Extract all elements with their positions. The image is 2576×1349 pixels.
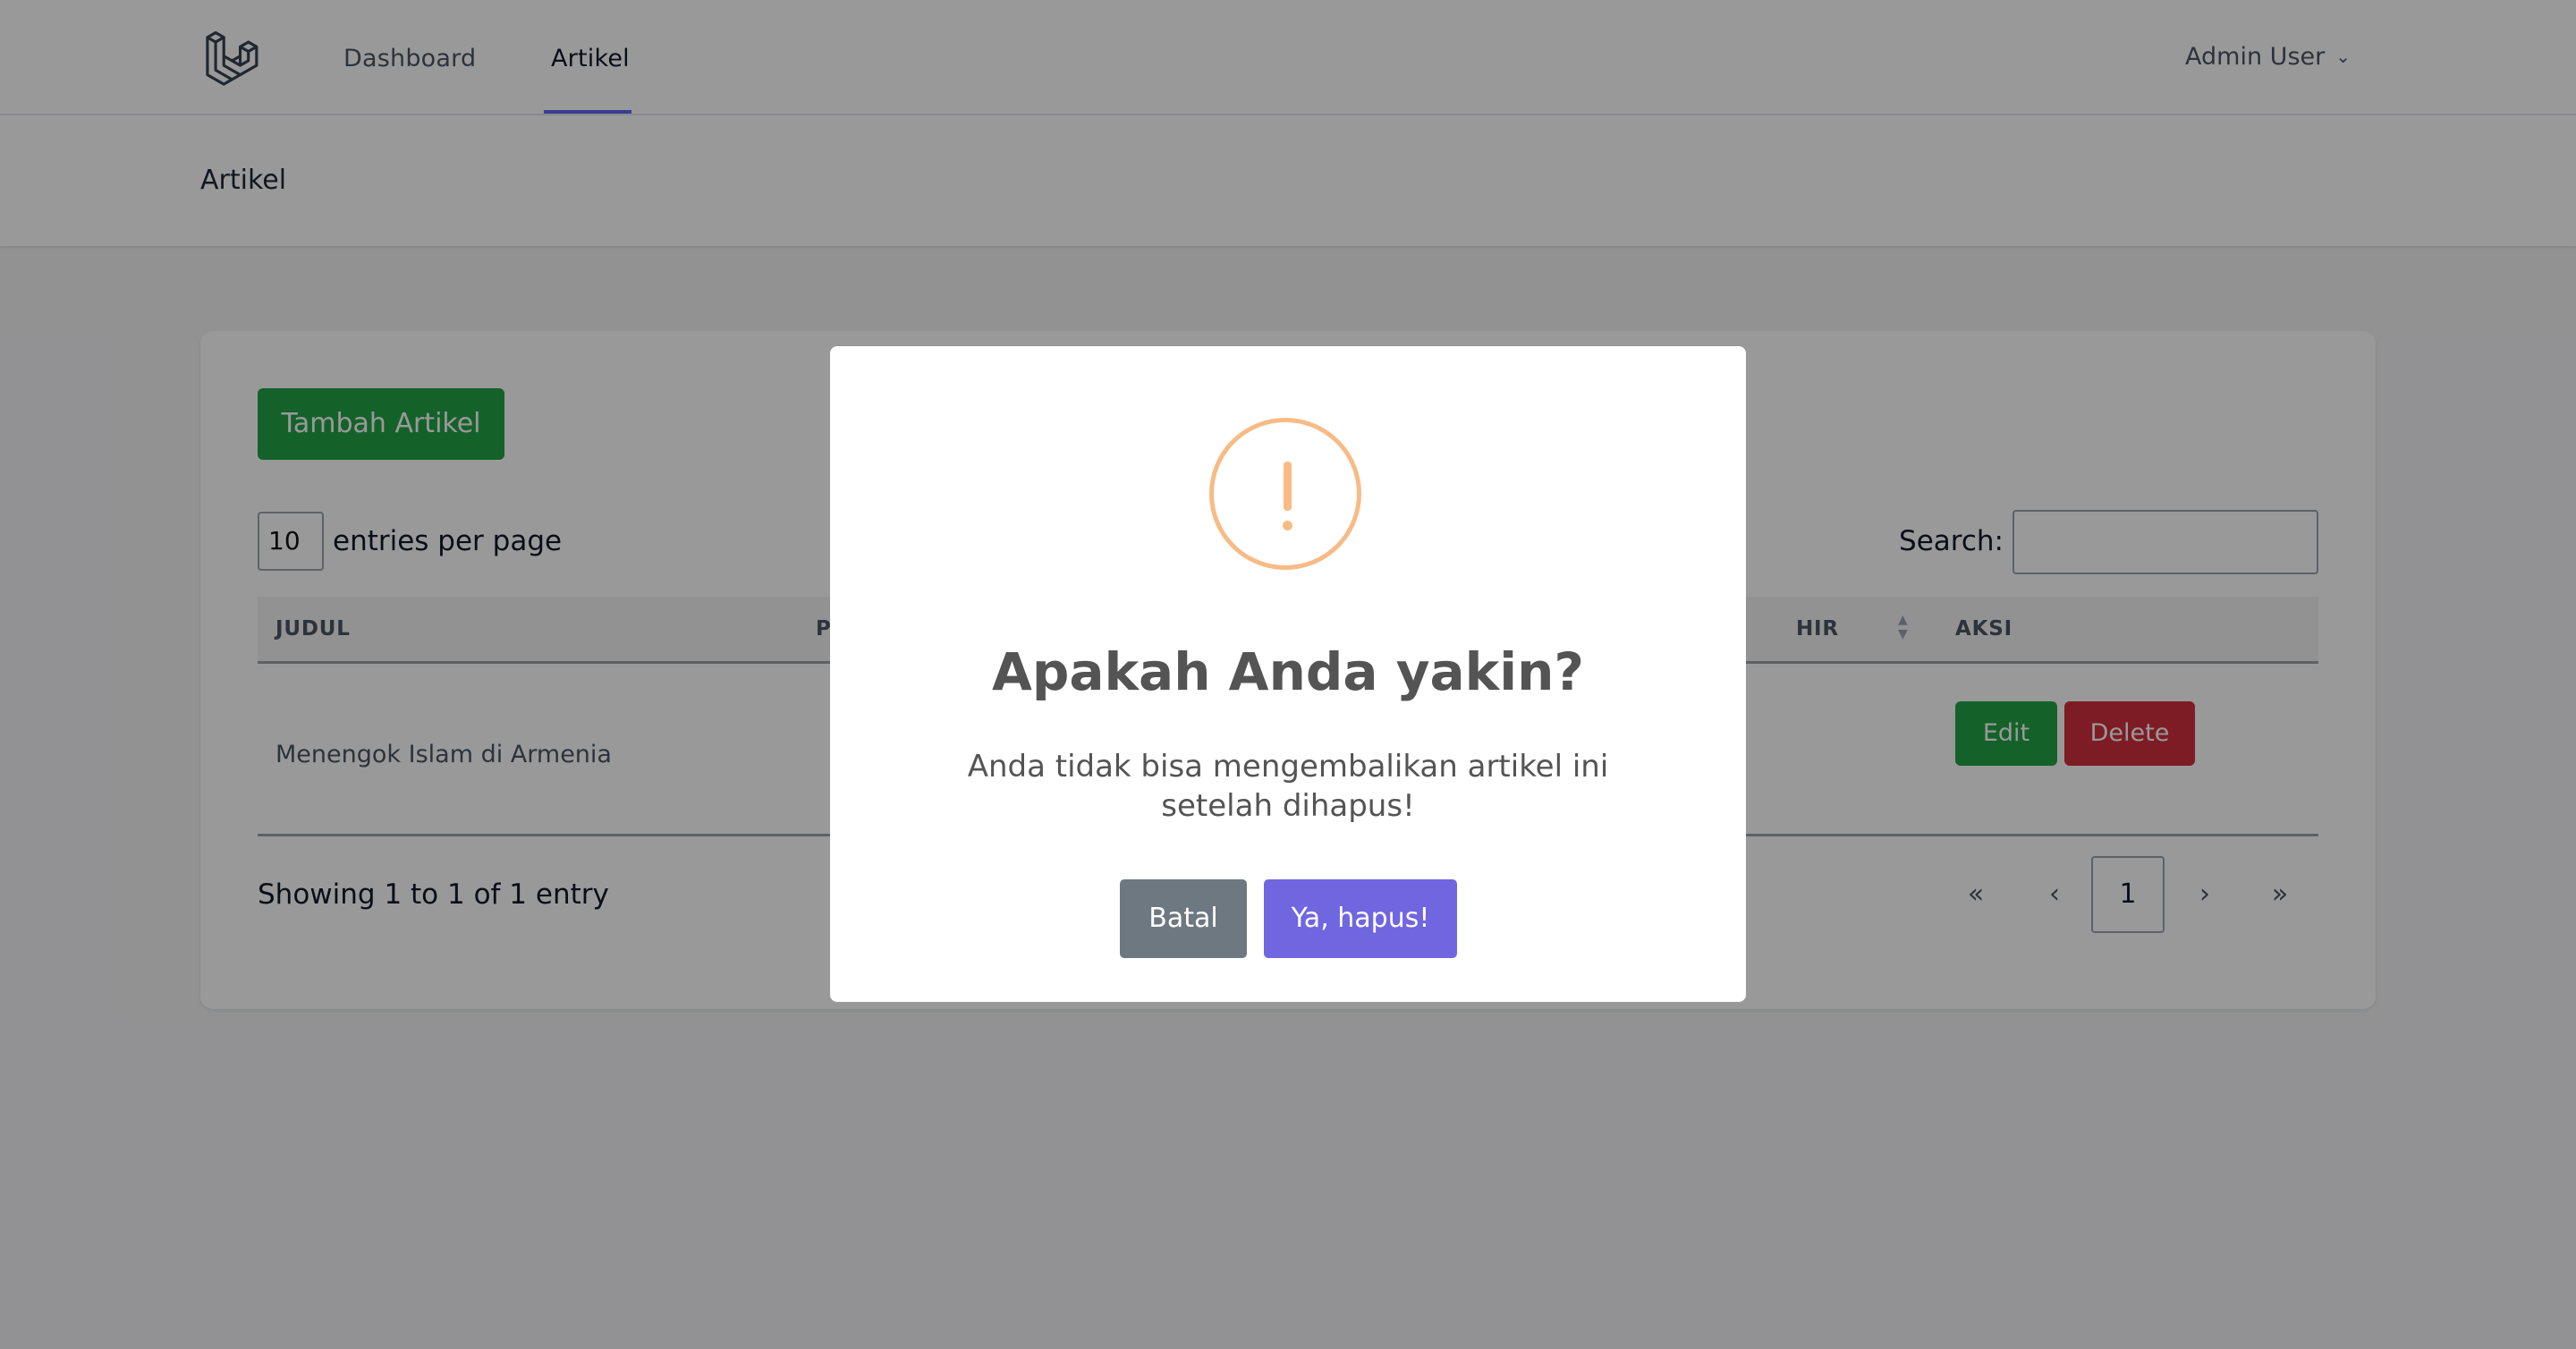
confirm-delete-button[interactable]: Ya, hapus!	[1264, 879, 1457, 958]
dialog-title: Apakah Anda yakin?	[991, 641, 1585, 702]
dialog-message: Anda tidak bisa mengembalikan artikel in…	[967, 749, 1609, 824]
page: Dashboard Artikel Admin User ⌄ Artikel Ta…	[0, 0, 2576, 1349]
warning-icon	[1209, 418, 1361, 570]
cancel-button[interactable]: Batal	[1120, 879, 1247, 958]
confirm-dialog: Apakah Anda yakin? Anda tidak bisa menge…	[830, 346, 1746, 1002]
